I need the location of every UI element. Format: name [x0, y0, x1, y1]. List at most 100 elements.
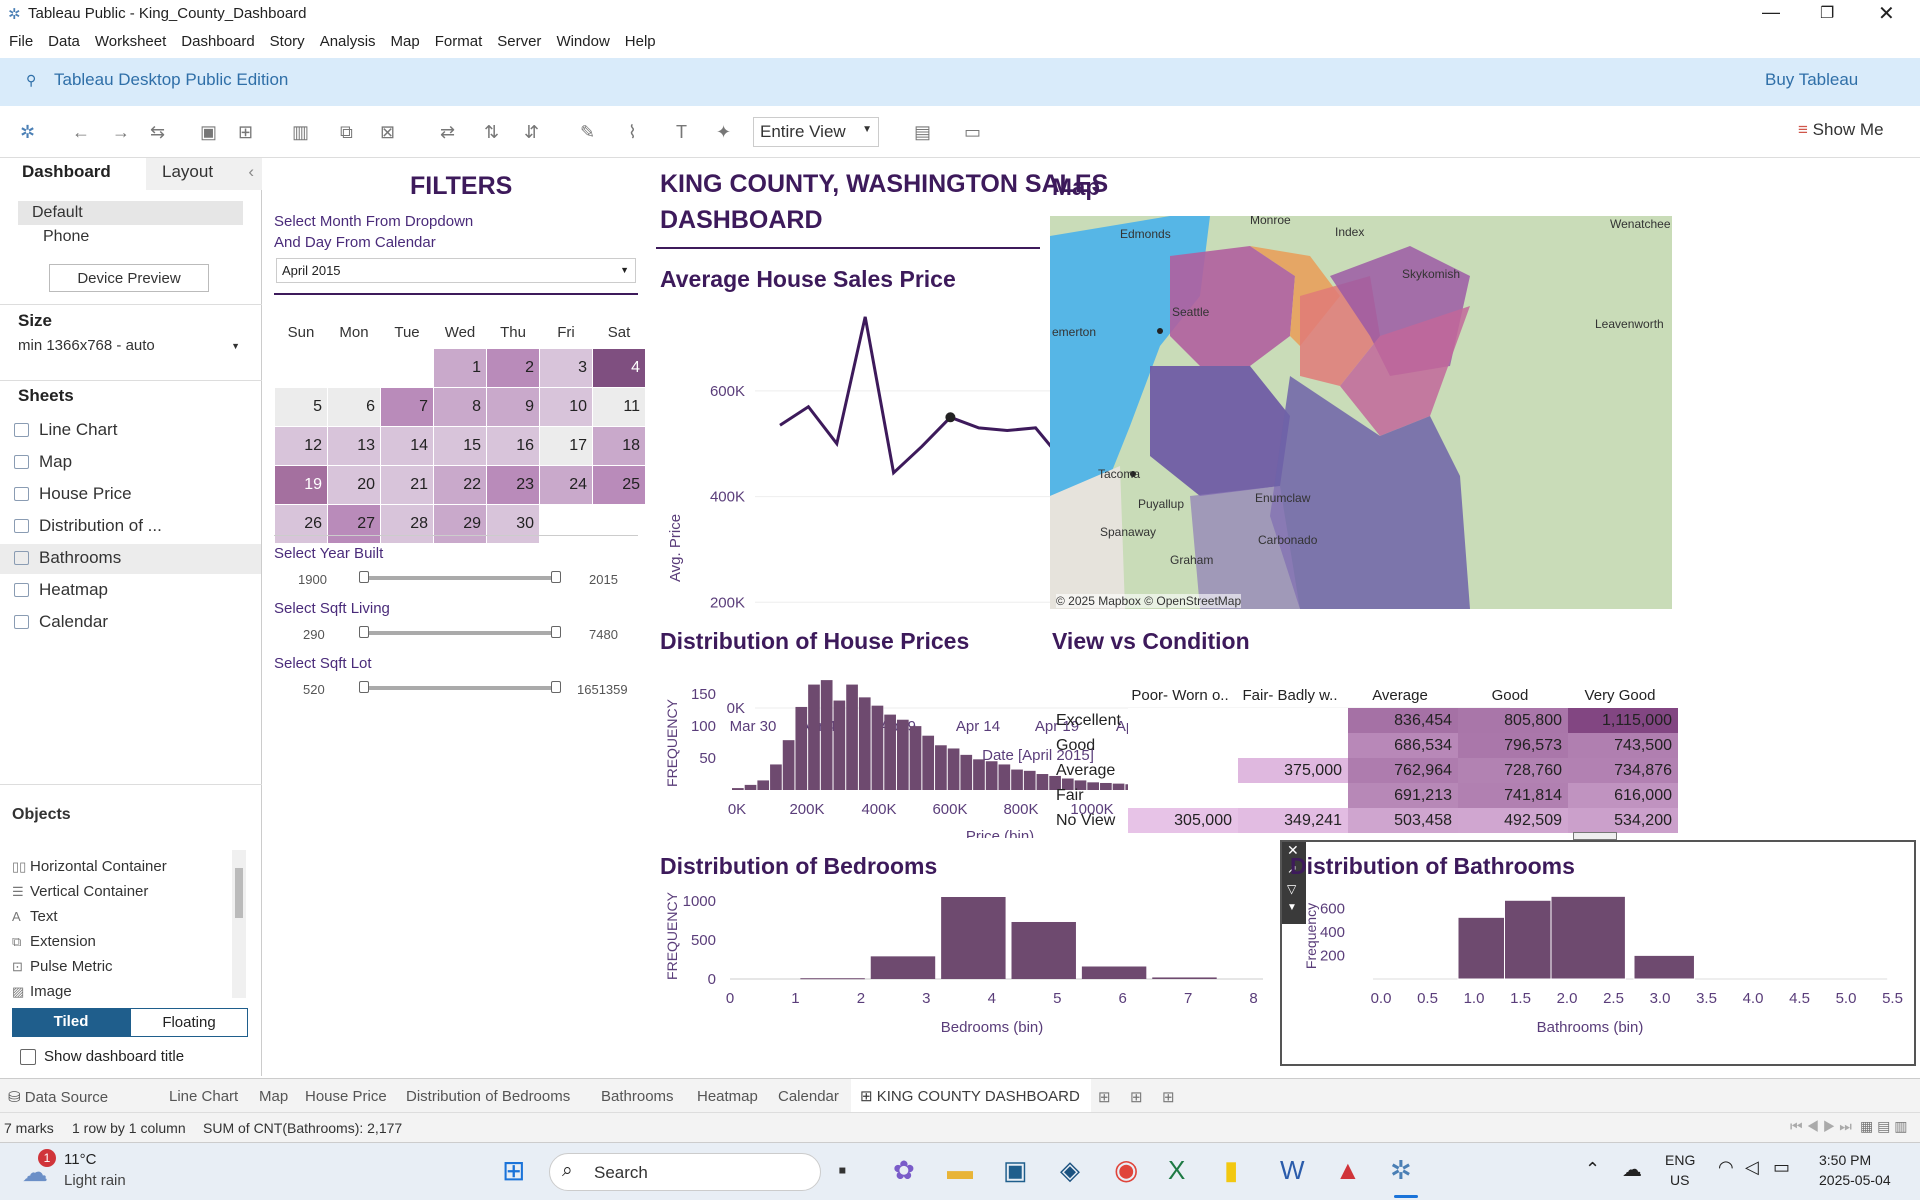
- calendar-day-cell[interactable]: 30: [486, 503, 540, 544]
- word-icon[interactable]: W: [1280, 1155, 1305, 1186]
- menu-dashboard[interactable]: Dashboard: [181, 28, 254, 50]
- calendar-day-cell[interactable]: 13: [327, 425, 381, 466]
- restore-icon[interactable]: ❐: [1820, 3, 1834, 23]
- slider-handle-min[interactable]: [359, 626, 369, 638]
- device-default[interactable]: Default: [18, 201, 243, 225]
- calendar-day-cell[interactable]: 25: [592, 464, 646, 505]
- slider-handle-max[interactable]: [551, 571, 561, 583]
- heatmap-cell[interactable]: 805,800: [1458, 708, 1568, 733]
- tab-map[interactable]: Map: [259, 1088, 288, 1105]
- heatmap-cell[interactable]: 796,573: [1458, 733, 1568, 758]
- clock-time[interactable]: 3:50 PM: [1819, 1152, 1871, 1168]
- object-image[interactable]: ▨ Image: [12, 983, 72, 1000]
- calendar-day-cell[interactable]: 12: [274, 425, 328, 466]
- group-icon[interactable]: ⌇: [628, 122, 637, 143]
- heatmap-cell[interactable]: 836,454: [1348, 708, 1458, 733]
- tab-heatmap[interactable]: Heatmap: [697, 1088, 758, 1105]
- heatmap-cell[interactable]: 686,534: [1348, 733, 1458, 758]
- language-line-1[interactable]: ENG: [1665, 1152, 1695, 1168]
- store-icon[interactable]: ▣: [1003, 1155, 1028, 1186]
- presentation-icon[interactable]: ▭: [964, 122, 981, 143]
- calendar-day-cell[interactable]: 19: [274, 464, 328, 505]
- bedrooms-histogram[interactable]: 1000 500 0 FREQUENCY 0 1 2 3 4 5 6 7 8 Bedrooms (bin): [660, 886, 1300, 1076]
- sort-desc-icon[interactable]: ⇵: [524, 122, 539, 143]
- tab-distribution-of-bedrooms[interactable]: Distribution of Bedrooms: [406, 1088, 570, 1105]
- calendar-day-cell[interactable]: 9: [486, 386, 540, 427]
- task-view-icon[interactable]: ▪: [838, 1157, 847, 1185]
- sheet-item-bathrooms[interactable]: Bathrooms: [0, 544, 261, 574]
- sheet-item-distribution[interactable]: Distribution of ...: [14, 516, 260, 546]
- heatmap-cell[interactable]: 375,000: [1238, 758, 1348, 783]
- volume-icon[interactable]: ◁: [1745, 1157, 1759, 1178]
- swap-icon[interactable]: ⇄: [440, 122, 455, 143]
- calendar-day-cell[interactable]: 10: [539, 386, 593, 427]
- scrollbar-thumb[interactable]: [235, 868, 243, 918]
- menu-worksheet[interactable]: Worksheet: [95, 28, 166, 50]
- menu-data[interactable]: Data: [48, 28, 80, 50]
- new-worksheet-icon[interactable]: ▥: [292, 122, 309, 143]
- tableau-taskbar-icon[interactable]: ✲: [1390, 1155, 1412, 1186]
- slider-handle-min[interactable]: [359, 681, 369, 693]
- object-vertical-container[interactable]: ☰ Vertical Container: [12, 883, 148, 900]
- calendar-day-cell[interactable]: 18: [592, 425, 646, 466]
- object-extension[interactable]: ⧉ Extension: [12, 933, 96, 950]
- calendar-day-cell[interactable]: 6: [327, 386, 381, 427]
- sort-asc-icon[interactable]: ⇅: [484, 122, 499, 143]
- heatmap-cell[interactable]: 734,876: [1568, 758, 1678, 783]
- heatmap-cell[interactable]: 1,115,000: [1568, 708, 1678, 733]
- clock-date[interactable]: 2025-05-04: [1819, 1172, 1891, 1188]
- calendar-day-cell[interactable]: 4: [592, 347, 646, 388]
- menu-window[interactable]: Window: [556, 28, 609, 50]
- heatmap-cell[interactable]: [1128, 758, 1238, 783]
- highlight-icon[interactable]: ✎: [580, 122, 595, 143]
- floating-button[interactable]: Floating: [130, 1008, 248, 1037]
- month-dropdown[interactable]: April 2015 ▼: [276, 258, 636, 283]
- undo-icon[interactable]: ←: [72, 122, 90, 143]
- tab-house-price[interactable]: House Price: [305, 1088, 387, 1105]
- sheet-item-map[interactable]: Map: [14, 452, 260, 482]
- heatmap-cell[interactable]: [1238, 733, 1348, 758]
- acrobat-icon[interactable]: ▲: [1335, 1155, 1361, 1186]
- calendar-day-cell[interactable]: 22: [433, 464, 487, 505]
- menu-format[interactable]: Format: [435, 28, 483, 50]
- copilot-icon[interactable]: ✿: [893, 1155, 915, 1186]
- menu-story[interactable]: Story: [270, 28, 305, 50]
- menu-file[interactable]: File: [9, 28, 33, 50]
- calendar-day-cell[interactable]: 27: [327, 503, 381, 544]
- menu-help[interactable]: Help: [625, 28, 656, 50]
- replay-icon[interactable]: ⇆: [150, 122, 165, 143]
- calendar-day-cell[interactable]: 29: [433, 503, 487, 544]
- heatmap-cell[interactable]: 616,000: [1568, 783, 1678, 808]
- onedrive-icon[interactable]: ☁: [1622, 1157, 1642, 1182]
- heatmap-cell[interactable]: 741,814: [1458, 783, 1568, 808]
- device-preview-button[interactable]: Device Preview: [49, 264, 209, 292]
- objects-scrollbar[interactable]: [232, 850, 246, 998]
- calendar-day-cell[interactable]: 23: [486, 464, 540, 505]
- calendar-day-cell[interactable]: 21: [380, 464, 434, 505]
- sqft-lot-slider[interactable]: [263, 678, 643, 698]
- new-datasource-icon[interactable]: ⊞: [238, 122, 253, 143]
- tab-king-county-dashboard[interactable]: ⊞ KING COUNTY DASHBOARD: [851, 1079, 1091, 1112]
- object-horizontal-container[interactable]: ▯▯ Horizontal Container: [12, 858, 167, 875]
- calendar-day-cell[interactable]: 3: [539, 347, 593, 388]
- heatmap-cell[interactable]: 743,500: [1568, 733, 1678, 758]
- heatmap-cell[interactable]: 691,213: [1348, 783, 1458, 808]
- resize-handle[interactable]: [1573, 832, 1617, 840]
- chevron-up-icon[interactable]: ⌃: [1585, 1159, 1600, 1180]
- collapse-icon[interactable]: ‹: [248, 162, 254, 182]
- heatmap-cell[interactable]: 762,964: [1348, 758, 1458, 783]
- tab-data-source[interactable]: ⛁ Data Source: [8, 1088, 108, 1106]
- powerbi-icon[interactable]: ▮: [1224, 1155, 1238, 1186]
- new-story-tab-icon[interactable]: ⊞: [1162, 1088, 1175, 1106]
- menu-map[interactable]: Map: [391, 28, 420, 50]
- heatmap-cell[interactable]: 305,000: [1128, 808, 1238, 833]
- tab-line-chart[interactable]: Line Chart: [169, 1088, 238, 1105]
- sheet-item-calendar[interactable]: Calendar: [14, 612, 260, 642]
- heatmap-cell[interactable]: [1238, 708, 1348, 733]
- size-select[interactable]: min 1366x768 - auto ▼: [18, 337, 244, 354]
- battery-icon[interactable]: ▭: [1773, 1157, 1790, 1178]
- year-built-slider[interactable]: [263, 568, 643, 588]
- file-explorer-icon[interactable]: ▬: [947, 1155, 973, 1186]
- buy-tableau-link[interactable]: Buy Tableau: [1765, 70, 1858, 90]
- show-cards-icon[interactable]: ▤: [914, 122, 931, 143]
